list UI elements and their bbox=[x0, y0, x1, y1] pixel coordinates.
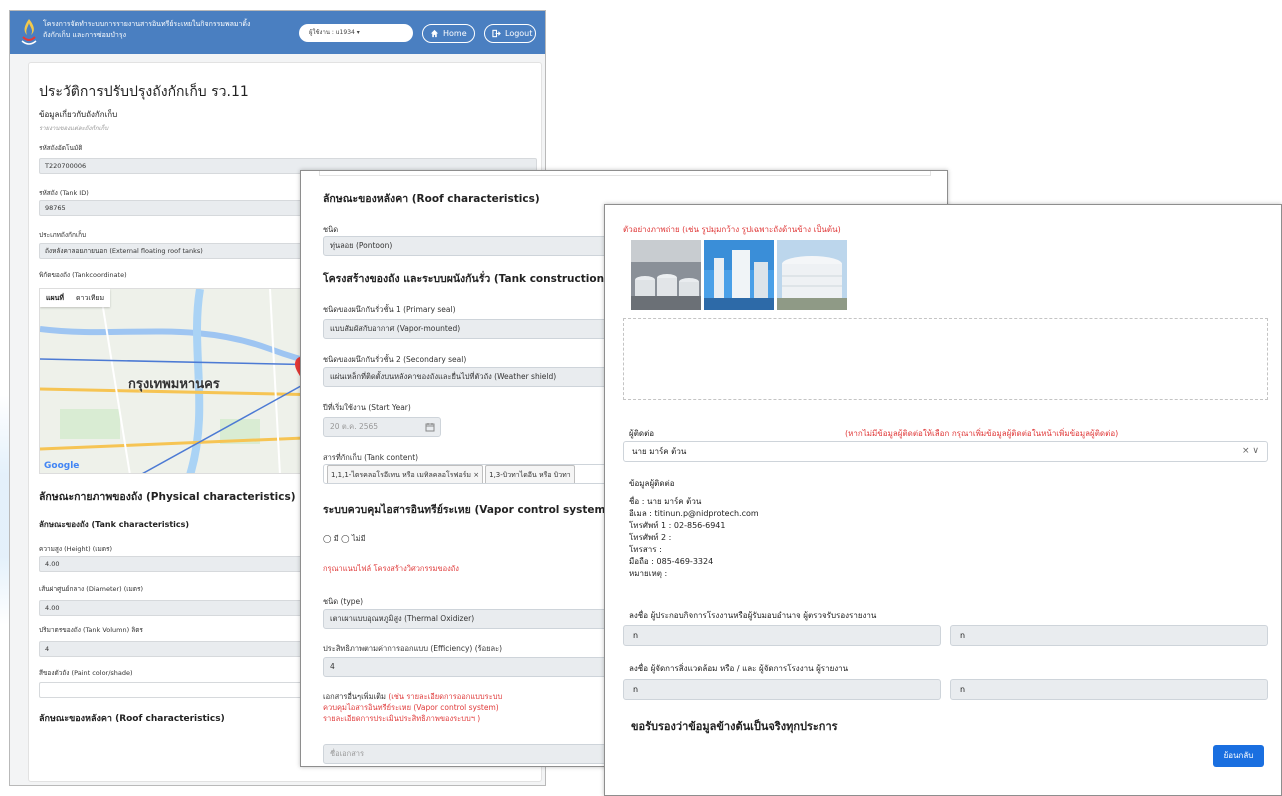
contact-phone2: โทรศัพท์ 2 : bbox=[629, 533, 672, 542]
additional-docs-note-2: ควบคุมไอสารอินทรีย์ระเหย (Vapor control … bbox=[323, 703, 499, 712]
roof-type-field[interactable]: ทุ่นลอย (Pontoon) bbox=[323, 236, 613, 256]
system-title-line2: ถังกักเก็บ และการซ่อมบำรุง bbox=[43, 31, 127, 39]
contact-remark: หมายเหตุ : bbox=[629, 569, 668, 578]
vapor-control-radio-group[interactable]: ◯ มี ◯ ไม่มี bbox=[323, 533, 366, 545]
tank-construction-heading: โครงสร้างของถัง และระบบผนังกันรั่ว (Tank… bbox=[323, 273, 605, 285]
info-note: รายงานของแต่ละถังกักเก็บ bbox=[39, 125, 109, 132]
primary-seal-field[interactable]: แบบสัมผัสกับอากาศ (Vapor-mounted) bbox=[323, 319, 613, 339]
photo-dropzone[interactable] bbox=[623, 318, 1268, 400]
contact-phone1: โทรศัพท์ 1 : 02-856-6941 bbox=[629, 521, 726, 530]
height-field[interactable]: 4.00 bbox=[39, 556, 309, 572]
vapor-type-label: ชนิด (type) bbox=[323, 597, 364, 606]
secondary-seal-field[interactable]: แผ่นเหล็กที่ติดตั้งบนหลังคาของถังและยื่น… bbox=[323, 367, 613, 387]
vapor-type-field[interactable]: เตาเผาแบบอุณหภูมิสูง (Thermal Oxidizer) bbox=[323, 609, 613, 629]
map-city-label: กรุงเทพมหานคร bbox=[128, 377, 220, 392]
roof-characteristics-heading-2: ลักษณะของหลังคา (Roof characteristics) bbox=[323, 193, 540, 205]
home-label: Home bbox=[443, 29, 467, 38]
volume-field[interactable]: 4 bbox=[39, 641, 309, 657]
efficiency-field[interactable]: 4 bbox=[323, 657, 613, 677]
logout-icon bbox=[492, 29, 501, 38]
contact-selected-value: นาย มาร์ค ต้วน bbox=[632, 447, 687, 456]
physical-characteristics-heading: ลักษณะกายภาพของถัง (Physical characteris… bbox=[39, 491, 296, 503]
contact-fax: โทรสาร : bbox=[629, 545, 662, 554]
system-title-line1: โครงการจัดทำระบบการรายงานสารอินทรีย์ระเห… bbox=[43, 20, 251, 28]
signer1-name-field[interactable]: n bbox=[623, 625, 941, 646]
signer2-label: ลงชื่อ ผู้จัดการสิ่งแวดล้อม หรือ / และ ผ… bbox=[629, 664, 849, 673]
tank-id-label: รหัสถัง (Tank ID) bbox=[39, 189, 89, 197]
back-button[interactable]: ย้อนกลับ bbox=[1213, 745, 1264, 767]
page-title: ประวัติการปรับปรุงถังกักเก็บ รว.11 bbox=[39, 84, 249, 100]
tank-coordinate-label: พิกัดของถัง (Tankcoordinate) bbox=[39, 271, 127, 279]
diameter-field[interactable]: 4.00 bbox=[39, 600, 309, 616]
tank-photo-thumbnail[interactable] bbox=[631, 240, 701, 310]
info-heading: ข้อมูลเกี่ยวกับถังกักเก็บ bbox=[39, 110, 118, 119]
logout-label: Logout bbox=[505, 29, 533, 38]
home-button[interactable]: Home bbox=[422, 24, 475, 43]
photo-example-note: ตัวอย่างภาพถ่าย (เช่น รูปมุมกว้าง รูปเฉพ… bbox=[623, 225, 841, 234]
user-menu[interactable]: ผู้ใช้งาน : u1934 ▾ bbox=[299, 24, 413, 42]
start-year-value: 20 ต.ค. 2565 bbox=[330, 422, 379, 431]
start-year-label: ปีที่เริ่มใช้งาน (Start Year) bbox=[323, 403, 411, 412]
signer1-label: ลงชื่อ ผู้ประกอบกิจการโรงงานหรือผู้รับมอ… bbox=[629, 611, 877, 620]
top-navbar: โครงการจัดทำระบบการรายงานสารอินทรีย์ระเห… bbox=[10, 11, 545, 54]
auto-tank-id-label: รหัสถังอัตโนมัติ bbox=[39, 144, 83, 152]
certify-statement: ขอรับรองว่าข้อมูลข้างต้นเป็นจริงทุกประกา… bbox=[631, 720, 838, 733]
attach-file-note: กรุณาแนบไฟล์ โครงสร้างวิศวกรรมของถัง bbox=[323, 564, 459, 573]
contact-label: ผู้ติดต่อ bbox=[629, 429, 655, 438]
contact-email: อีเมล : titinun.p@nidprotech.com bbox=[629, 509, 759, 518]
paint-color-field[interactable] bbox=[39, 682, 309, 698]
tank-photo-thumbnail[interactable] bbox=[777, 240, 847, 310]
tank-content-multiselect[interactable]: 1,1,1-ไตรคลอโรอีเทน หรือ เมทิลคลอโรฟอร์ม… bbox=[323, 464, 613, 484]
contact-mobile: มือถือ : 085-469-3324 bbox=[629, 557, 714, 566]
additional-docs-label: เอกสารอื่นๆเพิ่มเติม (เช่น รายละเอียดการ… bbox=[323, 691, 502, 724]
contact-info-block: ชื่อ : นาย มาร์ค ต้วน อีเมล : titinun.p@… bbox=[629, 496, 759, 580]
tank-characteristics-heading: ลักษณะของถัง (Tank characteristics) bbox=[39, 520, 190, 529]
signer2-position-field[interactable]: n bbox=[950, 679, 1268, 700]
paint-color-label: สีของตัวถัง (Paint color/shade) bbox=[39, 669, 133, 677]
doc-name-input[interactable]: ชื่อเอกสาร bbox=[323, 744, 613, 764]
panel-contact-certify: ตัวอย่างภาพถ่าย (เช่น รูปมุมกว้าง รูปเฉพ… bbox=[604, 204, 1282, 796]
card-top-edge bbox=[319, 171, 931, 176]
primary-seal-label: ชนิดของผนึกกันรั่วชั้น 1 (Primary seal) bbox=[323, 305, 456, 314]
content-chip[interactable]: 1,1,1-ไตรคลอโรอีเทน หรือ เมทิลคลอโรฟอร์ม… bbox=[327, 465, 484, 483]
additional-docs-title: เอกสารอื่นๆเพิ่มเติม bbox=[323, 692, 386, 701]
roof-type-label: ชนิด bbox=[323, 225, 339, 234]
system-title: โครงการจัดทำระบบการรายงานสารอินทรีย์ระเห… bbox=[43, 19, 283, 41]
logout-button[interactable]: Logout bbox=[484, 24, 536, 43]
google-attribution: Google bbox=[44, 461, 80, 471]
diameter-label: เส้นผ่าศูนย์กลาง (Diameter) (เมตร) bbox=[39, 585, 144, 593]
map-tab-map[interactable]: แผนที่ bbox=[40, 289, 70, 307]
additional-docs-note-3: รายละเอียดการประเมินประสิทธิภาพของระบบฯ … bbox=[323, 714, 481, 723]
tank-photo-thumbnail[interactable] bbox=[704, 240, 774, 310]
signer1-position-field[interactable]: n bbox=[950, 625, 1268, 646]
tank-type-label: ประเภทถังกักเก็บ bbox=[39, 231, 87, 239]
contact-select[interactable]: นาย มาร์ค ต้วน × ∨ bbox=[623, 441, 1268, 462]
roof-characteristics-heading: ลักษณะของหลังคา (Roof characteristics) bbox=[39, 714, 225, 724]
start-year-field[interactable]: 20 ต.ค. 2565 bbox=[323, 417, 441, 437]
tank-content-label: สารที่กักเก็บ (Tank content) bbox=[323, 453, 419, 462]
map-type-tabs: แผนที่ ดาวเทียม bbox=[40, 289, 111, 307]
contact-name: ชื่อ : นาย มาร์ค ต้วน bbox=[629, 497, 702, 506]
content-chip[interactable]: 1,3-บิวทาไดอีน หรือ บิวทา bbox=[485, 465, 575, 483]
contact-hint: (หากไม่มีข้อมูลผู้ติดต่อให้เลือก กรุณาเพ… bbox=[845, 429, 1119, 438]
additional-docs-note-1: (เช่น รายละเอียดการออกแบบระบบ bbox=[388, 692, 503, 701]
clear-and-chevron-icon[interactable]: × ∨ bbox=[1242, 442, 1259, 461]
signer2-name-field[interactable]: n bbox=[623, 679, 941, 700]
contact-info-heading: ข้อมูลผู้ติดต่อ bbox=[629, 479, 675, 488]
efficiency-label: ประสิทธิภาพตามค่าการออกแบบ (Efficiency) … bbox=[323, 644, 503, 653]
home-icon bbox=[430, 29, 439, 38]
height-label: ความสูง (Height) (เมตร) bbox=[39, 545, 113, 553]
logo-icon bbox=[21, 19, 37, 45]
volume-label: ปริมาตรของถัง (Tank Volumn) ลิตร bbox=[39, 626, 143, 634]
calendar-icon bbox=[425, 423, 435, 432]
map-tab-satellite[interactable]: ดาวเทียม bbox=[70, 289, 110, 307]
secondary-seal-label: ชนิดของผนึกกันรั่วชั้น 2 (Secondary seal… bbox=[323, 355, 467, 364]
vapor-control-heading: ระบบควบคุมไอสารอินทรีย์ระเหย (Vapor cont… bbox=[323, 504, 611, 516]
